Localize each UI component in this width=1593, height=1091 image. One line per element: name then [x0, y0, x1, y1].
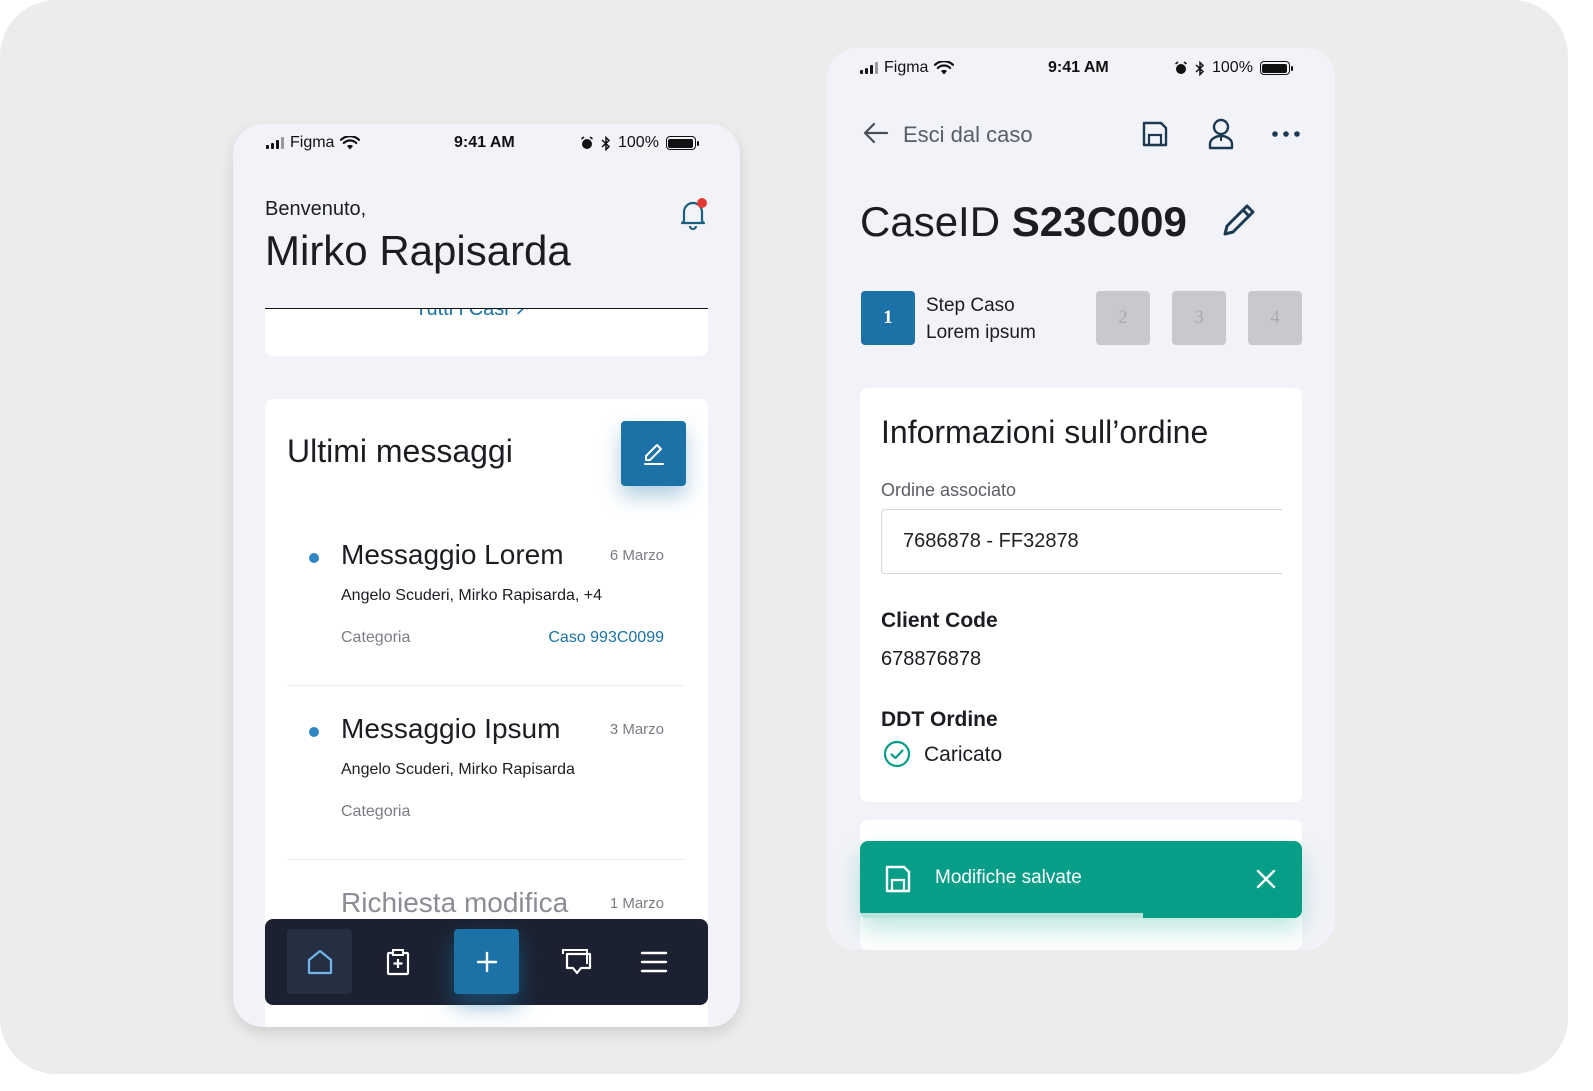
- assign-user-button[interactable]: [1203, 116, 1239, 152]
- close-icon: [1256, 869, 1276, 889]
- wifi-icon: [934, 61, 955, 75]
- status-left: Figma: [266, 134, 361, 152]
- plus-icon: [476, 951, 497, 972]
- toast-notification: Modifiche salvate: [860, 841, 1302, 918]
- message-divider: [287, 685, 685, 686]
- edit-pencil-icon[interactable]: [1219, 200, 1259, 240]
- check-circle-icon: [883, 740, 911, 768]
- user-name: Mirko Rapisarda: [265, 227, 571, 274]
- arrow-up-right-icon: ↗: [514, 308, 532, 320]
- message-participants: Angelo Scuderi, Mirko Rapisarda, +4: [341, 587, 603, 604]
- order-info-title: Informazioni sull’ordine: [881, 414, 1209, 450]
- nav-home-button[interactable]: [287, 929, 352, 994]
- header-divider: [265, 308, 708, 309]
- bottom-nav: [265, 919, 708, 1005]
- alarm-icon: [581, 136, 593, 149]
- status-right: 100%: [1174, 59, 1293, 77]
- toast-close-button[interactable]: [1250, 863, 1282, 895]
- status-bar: Figma 9:41 AM 100%: [827, 48, 1335, 88]
- home-icon: [307, 949, 332, 974]
- message-title: Messaggio Lorem: [341, 539, 564, 570]
- save-icon: [1142, 121, 1168, 147]
- all-cases-link[interactable]: Tutti i Casi ↗: [415, 308, 531, 321]
- status-left: Figma: [860, 59, 955, 77]
- pencil-icon: [643, 443, 664, 465]
- menu-icon: [640, 951, 667, 972]
- case-screen: Figma 9:41 AM 100% Esci dal caso CaseID …: [827, 48, 1335, 950]
- nav-menu-button[interactable]: [621, 929, 686, 994]
- client-code-label: Client Code: [881, 609, 998, 632]
- signal-icon: [266, 137, 284, 149]
- home-screen: Figma 9:41 AM 100% Benvenuto, Mirko Rapi…: [233, 124, 740, 1027]
- messages-title: Ultimi messaggi: [287, 433, 513, 469]
- more-horizontal-icon: [1272, 131, 1300, 137]
- nav-messages-button[interactable]: [543, 929, 608, 994]
- message-divider: [287, 859, 685, 860]
- status-right: 100%: [580, 134, 699, 152]
- status-time: 9:41 AM: [454, 134, 515, 151]
- alarm-icon: [1175, 61, 1187, 74]
- more-options-button[interactable]: [1268, 116, 1304, 152]
- case-id: S23C009: [1011, 198, 1187, 245]
- step-subtitle: Lorem ipsum: [926, 322, 1036, 343]
- case-title: CaseID S23C009: [860, 198, 1187, 246]
- message-date: 6 Marzo: [609, 547, 664, 564]
- step-3[interactable]: 3: [1172, 291, 1226, 345]
- status-time: 9:41 AM: [1048, 59, 1109, 76]
- canvas-background: Figma 9:41 AM 100% Benvenuto, Mirko Rapi…: [0, 0, 1568, 1074]
- order-field-label: Ordine associato: [881, 480, 1017, 500]
- compose-message-button[interactable]: [621, 421, 686, 486]
- message-case-link[interactable]: Caso 993C0099: [548, 629, 664, 647]
- message-title: Messaggio Ipsum: [341, 713, 561, 744]
- notification-badge: [697, 198, 707, 208]
- unread-dot: [309, 727, 319, 737]
- message-date: 3 Marzo: [609, 721, 664, 738]
- unread-dot: [309, 553, 319, 563]
- back-arrow-icon[interactable]: [861, 118, 891, 148]
- order-input[interactable]: [881, 509, 1282, 574]
- cases-card: Tutti i Casi ↗: [265, 308, 708, 356]
- toast-message: Modifiche salvate: [935, 867, 1082, 888]
- message-category: Categoria: [341, 629, 411, 646]
- carrier-name: Figma: [290, 134, 335, 151]
- bluetooth-icon: [1195, 60, 1205, 76]
- nav-cases-button[interactable]: [365, 929, 430, 994]
- case-title-prefix: CaseID: [860, 198, 1001, 245]
- step-2[interactable]: 2: [1096, 291, 1150, 345]
- save-icon: [885, 865, 911, 893]
- ddt-label: DDT Ordine: [881, 708, 998, 731]
- save-button[interactable]: [1137, 116, 1173, 152]
- message-category: Categoria: [341, 803, 411, 820]
- battery-percent: 100%: [618, 134, 659, 151]
- step-label: Step Caso Lorem ipsum: [926, 292, 1036, 346]
- signal-icon: [860, 62, 878, 74]
- message-title: Richiesta modifica: [341, 887, 569, 918]
- battery-icon: [1259, 61, 1293, 75]
- toast-progress-bar: [860, 913, 1143, 918]
- chat-icon: [561, 948, 591, 974]
- greeting: Benvenuto,: [265, 198, 367, 220]
- message-date: 1 Marzo: [609, 895, 664, 912]
- ddt-status: Caricato: [924, 743, 1003, 766]
- clipboard-plus-icon: [386, 948, 409, 975]
- message-participants: Angelo Scuderi, Mirko Rapisarda: [341, 761, 575, 778]
- status-bar: Figma 9:41 AM 100%: [233, 124, 740, 164]
- user-icon: [1208, 118, 1234, 150]
- client-code-value: 678876878: [881, 648, 982, 670]
- step-1[interactable]: 1: [861, 291, 915, 345]
- exit-case-link[interactable]: Esci dal caso: [903, 122, 1033, 148]
- wifi-icon: [340, 136, 361, 150]
- battery-percent: 100%: [1212, 59, 1253, 76]
- battery-icon: [665, 136, 699, 150]
- order-info-card: Informazioni sull’ordine Ordine associat…: [860, 388, 1302, 802]
- step-4[interactable]: 4: [1248, 291, 1302, 345]
- nav-add-button[interactable]: [454, 929, 519, 994]
- carrier-name: Figma: [884, 59, 929, 76]
- step-title: Step Caso: [926, 295, 1015, 316]
- bluetooth-icon: [601, 135, 611, 151]
